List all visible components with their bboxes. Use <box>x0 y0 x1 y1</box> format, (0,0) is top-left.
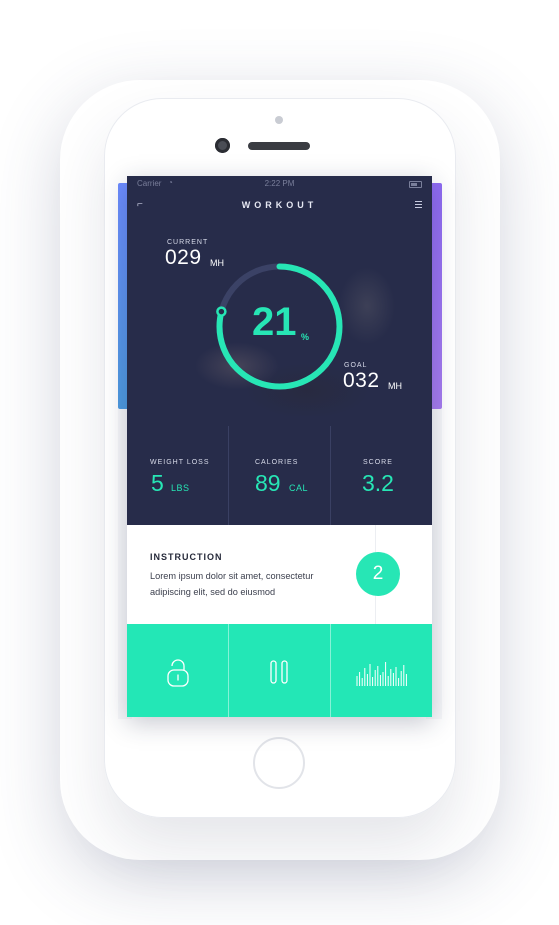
instruction-title: INSTRUCTION <box>150 552 223 562</box>
stat-value: 5 <box>151 470 164 496</box>
current-value: 029 <box>165 246 202 269</box>
stats-panel: WEIGHT LOSS 5 LBS CALORIES 89 CAL SCORE … <box>127 426 432 525</box>
progress-ring-knob <box>216 306 227 317</box>
current-label: CURRENT <box>167 239 209 246</box>
status-time: 2:22 PM <box>264 179 295 188</box>
earpiece-speaker <box>248 142 310 150</box>
progress-value: 21 <box>252 300 297 344</box>
status-bar: Carrier ◔ 2:22 PM <box>127 176 432 192</box>
stat-weight-loss: WEIGHT LOSS 5 LBS <box>127 426 229 525</box>
stat-unit: CAL <box>289 483 309 493</box>
pause-button[interactable] <box>228 624 331 717</box>
stat-label: SCORE <box>363 459 393 466</box>
front-camera <box>215 138 230 153</box>
pause-icon <box>270 660 288 684</box>
stat-calories: CALORIES 89 CAL <box>228 426 331 525</box>
menu-icon[interactable] <box>415 201 422 210</box>
lock-icon <box>167 659 189 687</box>
stat-label: WEIGHT LOSS <box>150 459 210 466</box>
stat-value: 3.2 <box>362 470 394 496</box>
battery-icon <box>409 181 422 188</box>
goal-unit: MH <box>388 381 402 391</box>
instruction-card: INSTRUCTION Lorem ipsum dolor sit amet, … <box>127 525 432 624</box>
stat-label: CALORIES <box>255 459 299 466</box>
instruction-text: Lorem ipsum dolor sit amet, consectetur … <box>150 571 314 597</box>
app-screen: Carrier ◔ 2:22 PM ⌐ WORKOUT CURRENT 029 … <box>127 176 432 717</box>
progress-unit: % <box>301 332 310 342</box>
stats-button[interactable] <box>330 624 432 717</box>
stat-value: 89 <box>255 470 281 496</box>
lock-button[interactable] <box>127 624 229 717</box>
action-bar <box>127 624 432 717</box>
instruction-step-badge[interactable]: 2 <box>356 552 400 596</box>
stat-score: SCORE 3.2 <box>330 426 432 525</box>
goal-value: 032 <box>343 369 380 392</box>
equalizer-icon <box>356 662 407 686</box>
home-button[interactable] <box>253 737 305 789</box>
goal-label: GOAL <box>344 362 368 369</box>
proximity-sensor <box>275 116 283 124</box>
page-title: WORKOUT <box>241 200 318 210</box>
workout-hero: Carrier ◔ 2:22 PM ⌐ WORKOUT CURRENT 029 … <box>127 176 432 426</box>
stat-unit: LBS <box>171 483 190 493</box>
